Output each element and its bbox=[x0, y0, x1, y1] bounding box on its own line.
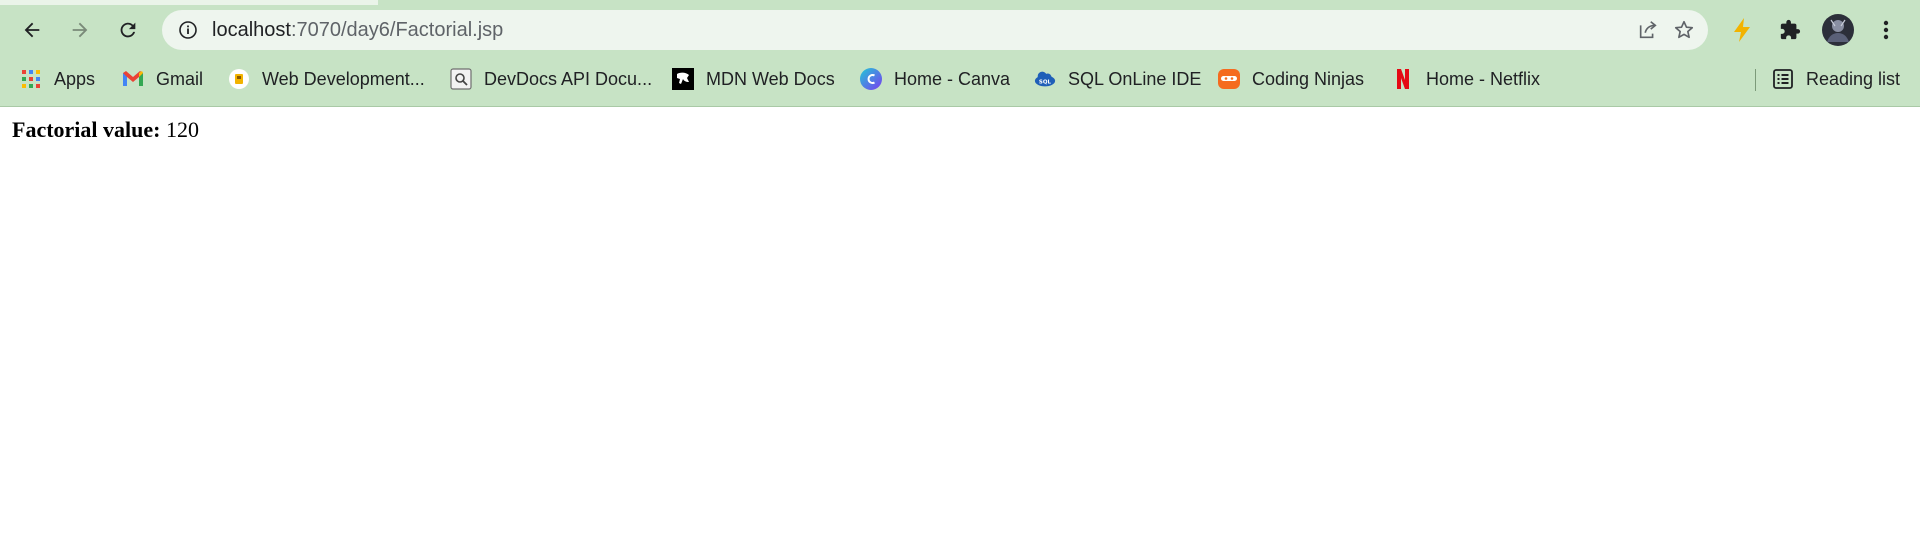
url-text[interactable]: localhost:7070/day6/Factorial.jsp bbox=[212, 19, 503, 42]
web-dev-icon bbox=[228, 68, 250, 90]
share-icon bbox=[1639, 21, 1657, 39]
kebab-menu-icon bbox=[1883, 20, 1889, 40]
bookmark-label: Home - Canva bbox=[894, 68, 1011, 89]
bookmark-web-development[interactable]: Web Development... bbox=[228, 64, 425, 94]
avatar bbox=[1822, 14, 1854, 46]
reload-icon bbox=[120, 22, 136, 38]
bookmark-label: Home - Netflix bbox=[1426, 68, 1541, 89]
gmail-icon bbox=[122, 68, 144, 90]
bookmark-label: Web Development... bbox=[262, 68, 425, 89]
bookmark-star-button[interactable] bbox=[1672, 18, 1696, 42]
arrow-left-icon bbox=[24, 22, 40, 38]
factorial-value: 120 bbox=[165, 117, 199, 142]
bookmark-coding-ninjas[interactable]: Coding Ninjas bbox=[1218, 64, 1364, 94]
sql-icon: SQL bbox=[1034, 68, 1056, 90]
devdocs-icon bbox=[450, 68, 472, 90]
bookmark-label: MDN Web Docs bbox=[706, 68, 835, 89]
bookmark-sql-online-ide[interactable]: SQL SQL OnLine IDE bbox=[1034, 64, 1201, 94]
bookmark-apps[interactable]: Apps bbox=[20, 64, 95, 94]
site-info-button[interactable] bbox=[178, 20, 198, 40]
factorial-label: Factorial value: bbox=[12, 117, 161, 142]
page-content: Factorial value: 120 bbox=[0, 107, 1920, 153]
address-bar[interactable]: localhost:7070/day6/Factorial.jsp bbox=[162, 10, 1708, 50]
netflix-icon bbox=[1392, 68, 1414, 90]
bookmark-label: Gmail bbox=[156, 68, 204, 89]
bookmark-label: SQL OnLine IDE bbox=[1068, 68, 1202, 89]
info-icon bbox=[179, 21, 197, 39]
bookmark-label: DevDocs API Docu... bbox=[484, 68, 653, 89]
bookmark-devdocs[interactable]: DevDocs API Docu... bbox=[450, 64, 652, 94]
url-path: :7070/day6/Factorial.jsp bbox=[290, 19, 504, 41]
puzzle-icon bbox=[1780, 19, 1801, 40]
svg-text:SQL: SQL bbox=[1039, 80, 1052, 86]
share-button[interactable] bbox=[1636, 18, 1660, 42]
mdn-icon bbox=[672, 68, 694, 90]
bookmark-gmail[interactable]: Gmail bbox=[122, 64, 203, 94]
browser-chrome: localhost:7070/day6/Factorial.jsp Apps G… bbox=[0, 0, 1920, 107]
reading-list-button[interactable]: Reading list bbox=[1772, 64, 1900, 94]
bookmarks-divider bbox=[1755, 69, 1756, 91]
arrow-right-icon bbox=[72, 22, 88, 38]
url-host: localhost bbox=[212, 19, 291, 41]
bookmark-mdn[interactable]: MDN Web Docs bbox=[672, 64, 835, 94]
reload-button[interactable] bbox=[110, 12, 146, 48]
browser-menu-button[interactable] bbox=[1868, 12, 1904, 48]
star-icon bbox=[1674, 20, 1694, 39]
profile-button[interactable] bbox=[1820, 12, 1856, 48]
forward-button[interactable] bbox=[62, 12, 98, 48]
bookmark-label: Apps bbox=[54, 68, 96, 89]
canva-icon bbox=[860, 68, 882, 90]
bookmark-canva[interactable]: Home - Canva bbox=[860, 64, 1010, 94]
lightning-icon bbox=[1734, 18, 1750, 42]
back-button[interactable] bbox=[14, 12, 50, 48]
bookmark-netflix[interactable]: Home - Netflix bbox=[1392, 64, 1540, 94]
extension-button-lightning[interactable] bbox=[1724, 12, 1760, 48]
reading-list-icon bbox=[1772, 68, 1794, 90]
bookmarks-bar: Apps Gmail Web Development... DevDocs AP… bbox=[0, 55, 1920, 106]
browser-toolbar: localhost:7070/day6/Factorial.jsp bbox=[0, 5, 1920, 55]
extensions-button[interactable] bbox=[1772, 12, 1808, 48]
bookmark-label: Coding Ninjas bbox=[1252, 68, 1365, 89]
apps-grid-icon bbox=[20, 68, 42, 90]
reading-list-label: Reading list bbox=[1806, 68, 1901, 89]
coding-ninjas-icon bbox=[1218, 68, 1240, 90]
